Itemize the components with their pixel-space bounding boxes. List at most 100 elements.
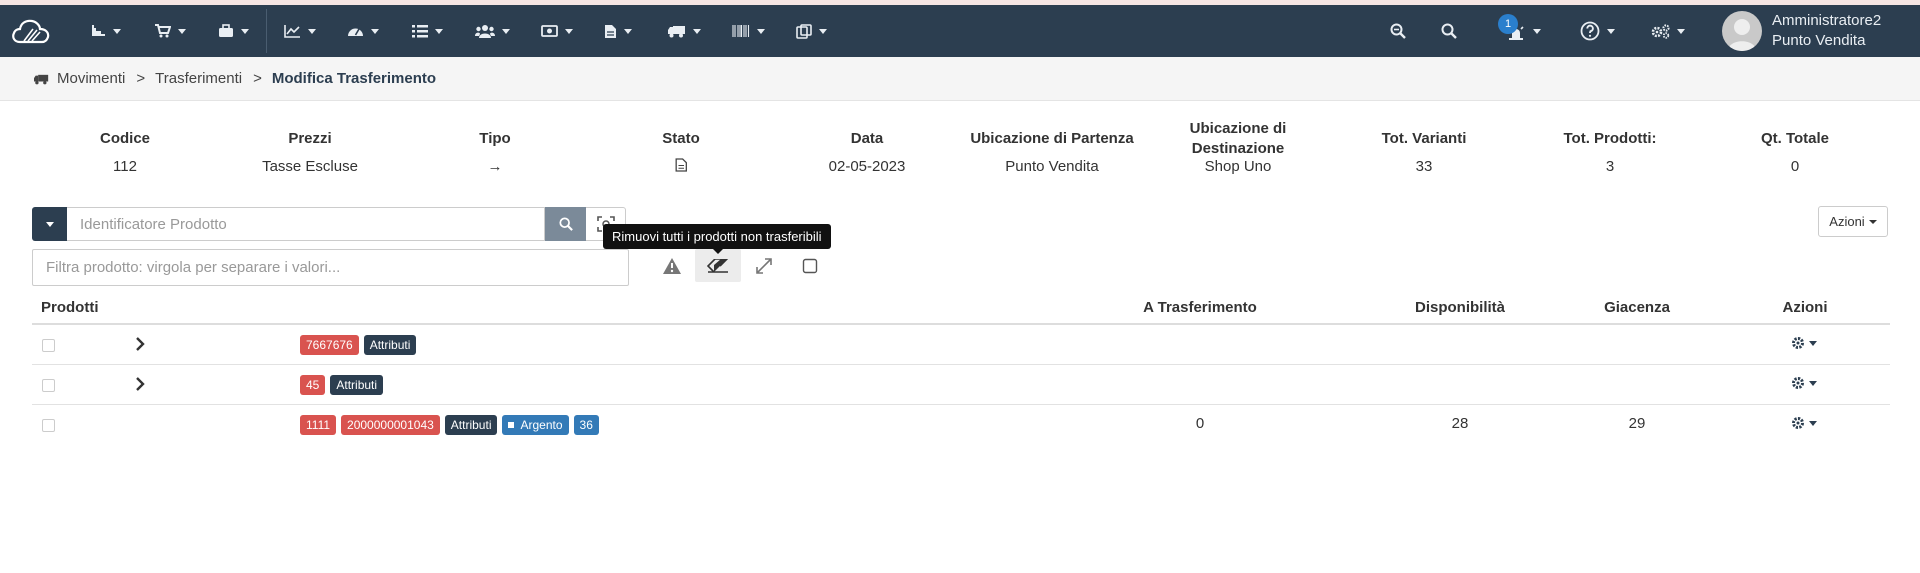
menu-dashboard[interactable] <box>347 5 379 57</box>
summary-partenza-label: Ubicazione di Partenza <box>970 130 1134 147</box>
summary-codice-value: 112 <box>113 158 137 175</box>
table-toolbar <box>649 249 833 282</box>
barcode-tag: 1111 <box>300 415 337 435</box>
eraser-icon <box>707 258 729 273</box>
row-tags: 7667676 Attributi <box>300 335 417 355</box>
breadcrumb-separator: > <box>253 70 262 87</box>
cloud-logo-icon <box>12 19 50 44</box>
row-actions-button[interactable] <box>1791 376 1817 390</box>
search-button[interactable] <box>1441 5 1457 57</box>
summary-tipo-label: Tipo <box>479 130 511 147</box>
summary-prezzi-value: Tasse Escluse <box>262 158 358 175</box>
barcode-tag: 7667676 <box>300 335 359 355</box>
breadcrumb: Movimenti > Trasferimenti > Modifica Tra… <box>0 57 1920 101</box>
summary-qt-totale-label: Qt. Totale <box>1760 130 1830 147</box>
azioni-button-label: Azioni <box>1829 214 1865 229</box>
tooltip: Rimuovi tutti i prodotti non trasferibil… <box>603 224 831 254</box>
notification-count-badge: 1 <box>1498 14 1518 34</box>
color-attribute-tag: Argento <box>502 415 569 435</box>
app-logo[interactable] <box>0 5 62 57</box>
menu-transfers[interactable] <box>668 5 701 57</box>
table-row: 45 Attributi <box>32 365 1890 405</box>
summary-qt-totale-value: 0 <box>1790 158 1800 175</box>
row-checkbox[interactable] <box>42 379 55 392</box>
user-menu[interactable]: Amministratore2 Punto Vendita <box>1722 5 1881 57</box>
table-row: 7667676 Attributi <box>32 325 1890 365</box>
nav-divider <box>266 9 267 53</box>
expand-row-toggle[interactable] <box>135 337 145 355</box>
gear-icon <box>1792 337 1804 349</box>
summary-stato: Stato <box>662 118 700 176</box>
azioni-dropdown-button[interactable]: Azioni <box>1818 206 1888 237</box>
menu-business[interactable] <box>218 5 249 57</box>
col-disponibilita[interactable]: Disponibilità <box>1415 299 1505 316</box>
notifications-button[interactable]: 1 <box>1498 5 1541 57</box>
summary-destinazione-label: Ubicazione di Destinazione <box>1189 120 1287 157</box>
menu-documents[interactable] <box>604 5 632 57</box>
barcode-tag: 45 <box>300 375 326 395</box>
row-tags: 45 Attributi <box>300 375 384 395</box>
navbar: 1 Amministratore2 Punto Vendita <box>0 5 1920 57</box>
expand-row-toggle[interactable] <box>135 377 145 395</box>
col-prodotti[interactable]: Prodotti <box>41 299 99 316</box>
search-type-dropdown[interactable] <box>32 207 67 241</box>
breadcrumb-trasferimenti[interactable]: Trasferimenti <box>155 70 242 87</box>
search-submit-button[interactable] <box>545 207 586 241</box>
product-identifier-input[interactable] <box>67 207 545 241</box>
settings-button[interactable] <box>1651 5 1685 57</box>
expand-icon <box>756 257 772 274</box>
menu-sales[interactable] <box>155 5 186 57</box>
summary-qt-totale: Qt. Totale 0 <box>1761 118 1829 175</box>
menu-cash[interactable] <box>541 5 573 57</box>
row-checkbox[interactable] <box>42 339 55 352</box>
col-a-trasferimento[interactable]: A Trasferimento <box>1143 299 1257 316</box>
menu-tasks[interactable] <box>796 5 827 57</box>
truck-icon <box>668 26 685 38</box>
summary-destinazione-value: Shop Uno <box>1204 158 1272 175</box>
summary-destinazione: Ubicazione di Destinazione Shop Uno <box>1190 118 1287 175</box>
summary-prezzi: Prezzi Tasse Escluse <box>262 118 358 175</box>
menu-barcodes[interactable] <box>732 5 765 57</box>
col-giacenza[interactable]: Giacenza <box>1604 299 1670 316</box>
menu-users[interactable] <box>475 5 510 57</box>
search-icon <box>558 217 573 231</box>
expand-button[interactable] <box>741 249 787 282</box>
users-icon <box>475 25 495 38</box>
row-actions-button[interactable] <box>1791 416 1817 430</box>
row-checkbox[interactable] <box>42 419 55 432</box>
chevron-right-icon <box>136 337 145 351</box>
row-actions-button[interactable] <box>1791 336 1817 350</box>
select-all-button[interactable] <box>787 249 833 282</box>
summary-varianti-label: Tot. Varianti <box>1381 130 1467 147</box>
breadcrumb-movimenti[interactable]: Movimenti <box>57 70 125 87</box>
user-silhouette-icon <box>1728 19 1756 51</box>
attributes-tag[interactable]: Attributi <box>444 415 498 435</box>
menu-inventory[interactable] <box>90 5 121 57</box>
line-chart-icon <box>284 25 300 38</box>
table-row: 1111 2000000001043 Attributi Argento 36 … <box>32 405 1890 445</box>
menu-statistics[interactable] <box>284 5 316 57</box>
briefcase-icon <box>219 24 233 37</box>
help-button[interactable] <box>1580 5 1615 57</box>
search-icon <box>1441 23 1457 39</box>
user-name: Amministratore2 <box>1772 12 1882 29</box>
product-filter-input[interactable] <box>32 249 629 286</box>
color-swatch-icon <box>508 422 515 428</box>
dashboard-icon <box>348 28 363 36</box>
attributes-tag[interactable]: Attributi <box>330 375 384 395</box>
product-search-group <box>32 207 626 241</box>
summary-partenza: Ubicazione di Partenza Punto Vendita <box>970 118 1133 175</box>
gear-icon <box>1792 377 1804 389</box>
warnings-button[interactable] <box>649 249 695 282</box>
document-icon <box>675 158 687 172</box>
menu-list[interactable] <box>412 5 443 57</box>
attributes-tag[interactable]: Attributi <box>363 335 417 355</box>
summary-prezzi-label: Prezzi <box>288 130 332 147</box>
transfer-summary: Codice 112 Prezzi Tasse Escluse Tipo → S… <box>32 118 1890 186</box>
zoom-out-button[interactable] <box>1390 5 1406 57</box>
size-attribute-tag: 36 <box>573 415 599 435</box>
truck-icon <box>34 74 49 84</box>
summary-prodotti: Tot. Prodotti: 3 <box>1563 118 1656 175</box>
cell-a-trasferimento[interactable]: 0 <box>1196 415 1204 432</box>
user-location: Punto Vendita <box>1772 32 1866 49</box>
